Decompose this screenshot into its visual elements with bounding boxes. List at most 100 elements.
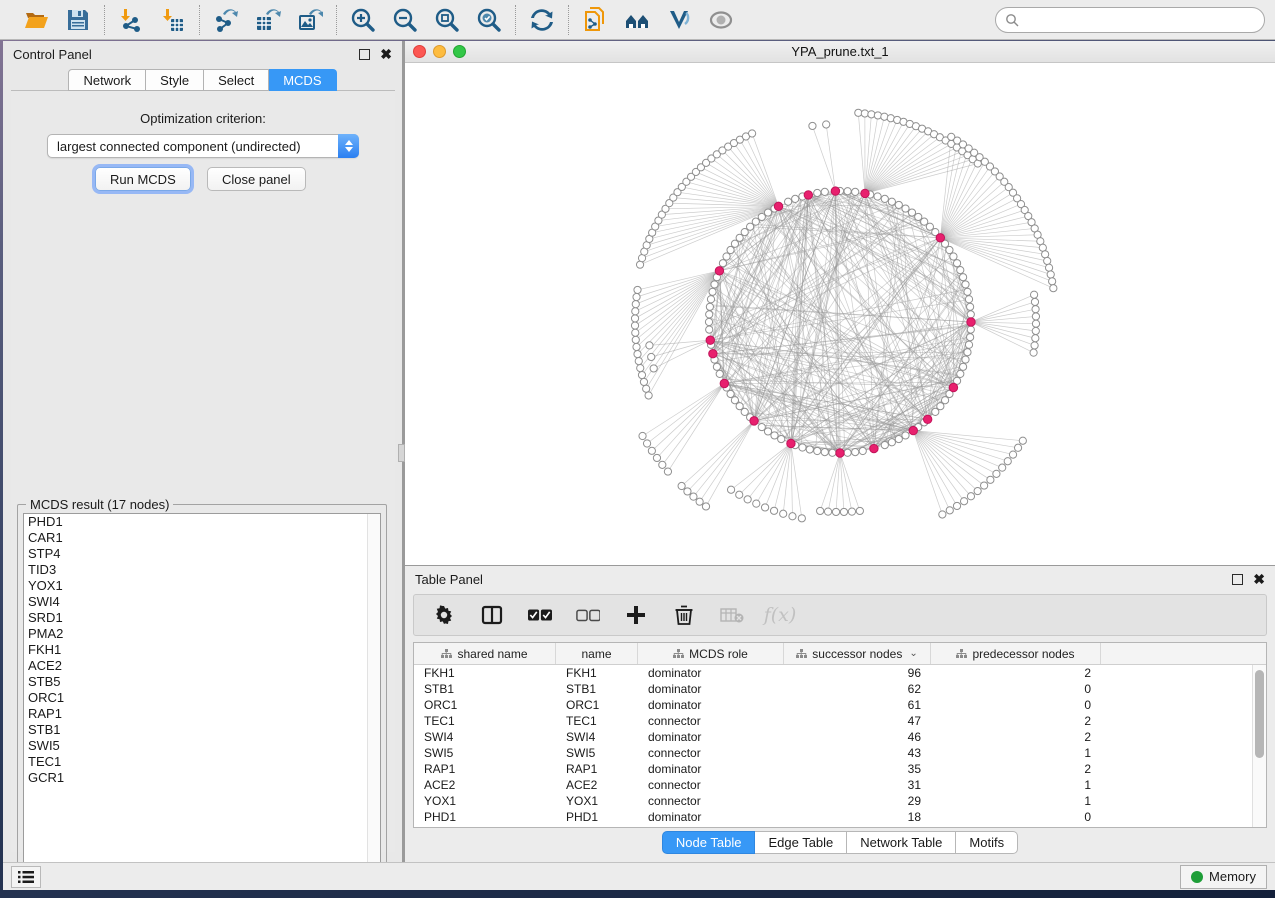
import-network-icon[interactable] bbox=[117, 6, 145, 34]
zoom-out-icon[interactable] bbox=[391, 6, 419, 34]
table-settings-icon[interactable] bbox=[432, 603, 456, 627]
show-details-icon[interactable] bbox=[707, 6, 735, 34]
cell-name: ORC1 bbox=[556, 698, 638, 712]
mcds-result-item[interactable]: STB1 bbox=[24, 722, 380, 738]
select-all-icon[interactable] bbox=[528, 603, 552, 627]
vertical-splitter-handle[interactable] bbox=[398, 444, 405, 462]
mcds-result-item[interactable]: CAR1 bbox=[24, 530, 380, 546]
column-view-icon[interactable] bbox=[480, 603, 504, 627]
cell-name: SWI4 bbox=[556, 730, 638, 744]
tab-motifs[interactable]: Motifs bbox=[956, 831, 1018, 854]
table-scrollbar-thumb[interactable] bbox=[1255, 670, 1264, 758]
mcds-result-item[interactable]: TID3 bbox=[24, 562, 380, 578]
optimization-criterion-label: Optimization criterion: bbox=[11, 111, 395, 126]
export-network-icon[interactable] bbox=[212, 6, 240, 34]
mcds-result-item[interactable]: RAP1 bbox=[24, 706, 380, 722]
search-icon bbox=[1005, 13, 1019, 27]
column-header-name[interactable]: name bbox=[556, 643, 638, 664]
export-table-icon[interactable] bbox=[254, 6, 282, 34]
mcds-result-item[interactable]: SWI5 bbox=[24, 738, 380, 754]
control-panel-title: Control Panel bbox=[13, 47, 92, 62]
unselect-all-icon[interactable] bbox=[576, 603, 600, 627]
cell-shared-name: RAP1 bbox=[414, 762, 556, 776]
mcds-result-title: MCDS result (17 nodes) bbox=[26, 497, 173, 512]
zoom-selected-icon[interactable] bbox=[475, 6, 503, 34]
cell-successor-nodes: 96 bbox=[784, 666, 931, 680]
tab-mcds[interactable]: MCDS bbox=[269, 69, 336, 91]
window-close-icon[interactable] bbox=[413, 45, 426, 58]
tab-select[interactable]: Select bbox=[204, 69, 269, 91]
tab-node-table[interactable]: Node Table bbox=[662, 831, 756, 854]
table-row[interactable]: FKH1FKH1dominator962 bbox=[414, 665, 1252, 681]
table-row[interactable]: SWI4SWI4dominator462 bbox=[414, 729, 1252, 745]
mcds-result-item[interactable]: STP4 bbox=[24, 546, 380, 562]
cell-predecessor-nodes: 2 bbox=[931, 714, 1101, 728]
mcds-result-list[interactable]: PHD1CAR1STP4TID3YOX1SWI4SRD1PMA2FKH1ACE2… bbox=[23, 513, 381, 869]
network-window-titlebar[interactable]: YPA_prune.txt_1 bbox=[405, 41, 1275, 63]
criterion-dropdown[interactable]: largest connected component (undirected) bbox=[47, 134, 359, 158]
mcds-result-item[interactable]: ORC1 bbox=[24, 690, 380, 706]
table-row[interactable]: ACE2ACE2connector311 bbox=[414, 777, 1252, 793]
close-panel-icon[interactable]: ✖ bbox=[380, 49, 392, 60]
table-panel-title: Table Panel bbox=[415, 572, 483, 587]
cell-successor-nodes: 18 bbox=[784, 810, 931, 824]
mcds-result-item[interactable]: YOX1 bbox=[24, 578, 380, 594]
cell-shared-name: ORC1 bbox=[414, 698, 556, 712]
mcds-result-item[interactable]: STB5 bbox=[24, 674, 380, 690]
window-minimize-icon[interactable] bbox=[433, 45, 446, 58]
table-row[interactable]: YOX1YOX1connector291 bbox=[414, 793, 1252, 809]
close-panel-button[interactable]: Close panel bbox=[207, 167, 306, 191]
column-header-MCDS-role[interactable]: MCDS role bbox=[638, 643, 784, 664]
copy-network-icon[interactable] bbox=[581, 6, 609, 34]
tab-style[interactable]: Style bbox=[146, 69, 204, 91]
table-row[interactable]: RAP1RAP1dominator352 bbox=[414, 761, 1252, 777]
column-header-predecessor-nodes[interactable]: predecessor nodes bbox=[931, 643, 1101, 664]
mcds-result-item[interactable]: GCR1 bbox=[24, 770, 380, 786]
window-maximize-icon[interactable] bbox=[453, 45, 466, 58]
search-network-icon[interactable] bbox=[623, 6, 651, 34]
node-table-header: shared namenameMCDS rolesuccessor nodes⌄… bbox=[414, 643, 1266, 665]
close-table-panel-icon[interactable]: ✖ bbox=[1253, 574, 1265, 585]
memory-button[interactable]: Memory bbox=[1180, 865, 1267, 889]
zoom-fit-icon[interactable] bbox=[433, 6, 461, 34]
import-table-icon[interactable] bbox=[159, 6, 187, 34]
cell-predecessor-nodes: 2 bbox=[931, 762, 1101, 776]
table-scrollbar[interactable] bbox=[1252, 665, 1266, 827]
column-header-shared-name[interactable]: shared name bbox=[414, 643, 556, 664]
table-row[interactable]: ORC1ORC1dominator610 bbox=[414, 697, 1252, 713]
mcds-list-scrollbar[interactable] bbox=[367, 514, 380, 868]
table-row[interactable]: STB1STB1dominator620 bbox=[414, 681, 1252, 697]
run-mcds-button[interactable]: Run MCDS bbox=[95, 167, 191, 191]
add-column-icon[interactable] bbox=[624, 603, 648, 627]
table-row[interactable]: TEC1TEC1connector472 bbox=[414, 713, 1252, 729]
tab-edge-table[interactable]: Edge Table bbox=[755, 831, 847, 854]
search-field[interactable] bbox=[995, 7, 1265, 33]
table-row[interactable]: PHD1PHD1dominator180 bbox=[414, 809, 1252, 825]
network-canvas[interactable] bbox=[405, 63, 1275, 564]
table-row[interactable]: SWI5SWI5connector431 bbox=[414, 745, 1252, 761]
hide-details-icon[interactable] bbox=[665, 6, 693, 34]
table-tabs: Node TableEdge TableNetwork TableMotifs bbox=[405, 831, 1275, 854]
delete-column-icon[interactable] bbox=[672, 603, 696, 627]
float-table-panel-icon[interactable] bbox=[1232, 574, 1243, 585]
open-file-icon[interactable] bbox=[22, 6, 50, 34]
zoom-in-icon[interactable] bbox=[349, 6, 377, 34]
mcds-result-item[interactable]: ACE2 bbox=[24, 658, 380, 674]
refresh-layout-icon[interactable] bbox=[528, 6, 556, 34]
task-history-button[interactable] bbox=[11, 866, 41, 888]
save-icon[interactable] bbox=[64, 6, 92, 34]
tab-network[interactable]: Network bbox=[68, 69, 146, 91]
cell-predecessor-nodes: 2 bbox=[931, 666, 1101, 680]
column-header-successor-nodes[interactable]: successor nodes⌄ bbox=[784, 643, 931, 664]
mcds-result-item[interactable]: SWI4 bbox=[24, 594, 380, 610]
search-input[interactable] bbox=[1024, 13, 1255, 27]
tab-network-table[interactable]: Network Table bbox=[847, 831, 956, 854]
mcds-result-item[interactable]: PMA2 bbox=[24, 626, 380, 642]
export-image-icon[interactable] bbox=[296, 6, 324, 34]
float-panel-icon[interactable] bbox=[359, 49, 370, 60]
mcds-result-item[interactable]: FKH1 bbox=[24, 642, 380, 658]
mcds-result-item[interactable]: SRD1 bbox=[24, 610, 380, 626]
mcds-result-item[interactable]: TEC1 bbox=[24, 754, 380, 770]
mcds-result-item[interactable]: PHD1 bbox=[24, 514, 380, 530]
cell-successor-nodes: 46 bbox=[784, 730, 931, 744]
